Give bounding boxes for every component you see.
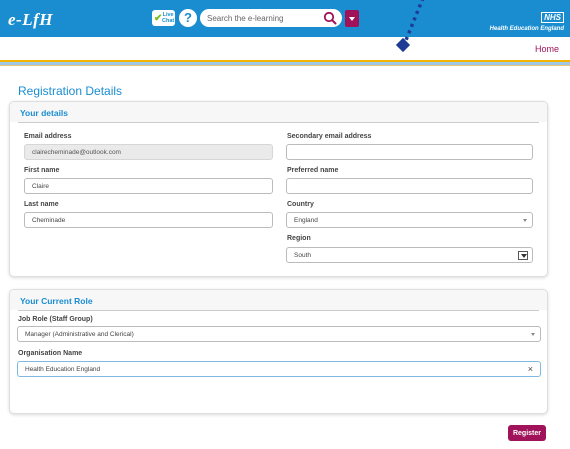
help-icon[interactable]: ?: [179, 9, 197, 27]
region-select[interactable]: South: [286, 247, 533, 263]
preferred-name-field[interactable]: [286, 178, 533, 194]
page-title: Registration Details: [18, 84, 123, 98]
home-link[interactable]: Home: [535, 44, 559, 54]
email-label: Email address: [24, 133, 72, 140]
decorative-dotted-line: [395, 0, 425, 53]
organisation-label: Organisation Name: [18, 350, 83, 357]
country-select[interactable]: England: [286, 212, 533, 228]
region-value: South: [294, 252, 311, 259]
clear-icon[interactable]: ×: [528, 364, 533, 374]
current-role-panel: Your Current Role Job Role (Staff Group)…: [9, 289, 548, 414]
secondary-email-label: Secondary email address: [287, 133, 372, 140]
country-value: England: [294, 217, 318, 224]
search-input[interactable]: [207, 11, 319, 25]
panel-header: Your details: [10, 102, 547, 122]
register-button[interactable]: Register: [508, 425, 546, 441]
chevron-down-icon: [518, 251, 528, 260]
chevron-down-icon: [522, 218, 528, 224]
last-name-label: Last name: [24, 201, 59, 208]
preferred-name-label: Preferred name: [287, 167, 339, 174]
live-chat-label: Live Chat: [162, 12, 175, 24]
divider: [18, 122, 539, 123]
search-dropdown-button[interactable]: [345, 10, 359, 27]
live-chat-button[interactable]: ✔ Live Chat: [152, 10, 175, 26]
panel-header: Your Current Role: [10, 290, 547, 310]
secondary-email-field[interactable]: [286, 144, 533, 160]
country-label: Country: [287, 201, 314, 208]
organisation-value: Health Education England: [25, 366, 101, 373]
job-role-value: Manager (Administrative and Clerical): [25, 331, 134, 338]
your-details-panel: Your details Email address clairechemina…: [9, 101, 548, 277]
nhs-subtitle: Health Education England: [489, 26, 564, 32]
organisation-field[interactable]: Health Education England ×: [17, 361, 541, 377]
search-icon[interactable]: [323, 11, 337, 25]
region-label: Region: [287, 235, 311, 242]
header-stripe: [0, 65, 570, 66]
elfh-logo[interactable]: e-LfH: [8, 10, 53, 30]
job-role-label: Job Role (Staff Group): [18, 316, 93, 323]
panel-title: Your details: [20, 108, 69, 118]
email-field[interactable]: clairecheminade@outlook.com: [24, 144, 273, 160]
first-name-field[interactable]: Claire: [24, 178, 273, 194]
nhs-hee-logo: NHS Health Education England: [490, 7, 564, 33]
nhs-badge: NHS: [541, 12, 564, 23]
chevron-down-icon: [530, 332, 536, 338]
search-box: [200, 9, 342, 27]
top-header-bar: e-LfH ✔ LiveChat ? NHS Health Education …: [0, 0, 570, 37]
first-name-label: First name: [24, 167, 60, 174]
panel-title: Your Current Role: [20, 296, 93, 306]
last-name-field[interactable]: Cheminade: [24, 212, 273, 228]
divider: [18, 310, 539, 311]
job-role-select[interactable]: Manager (Administrative and Clerical): [17, 326, 541, 342]
